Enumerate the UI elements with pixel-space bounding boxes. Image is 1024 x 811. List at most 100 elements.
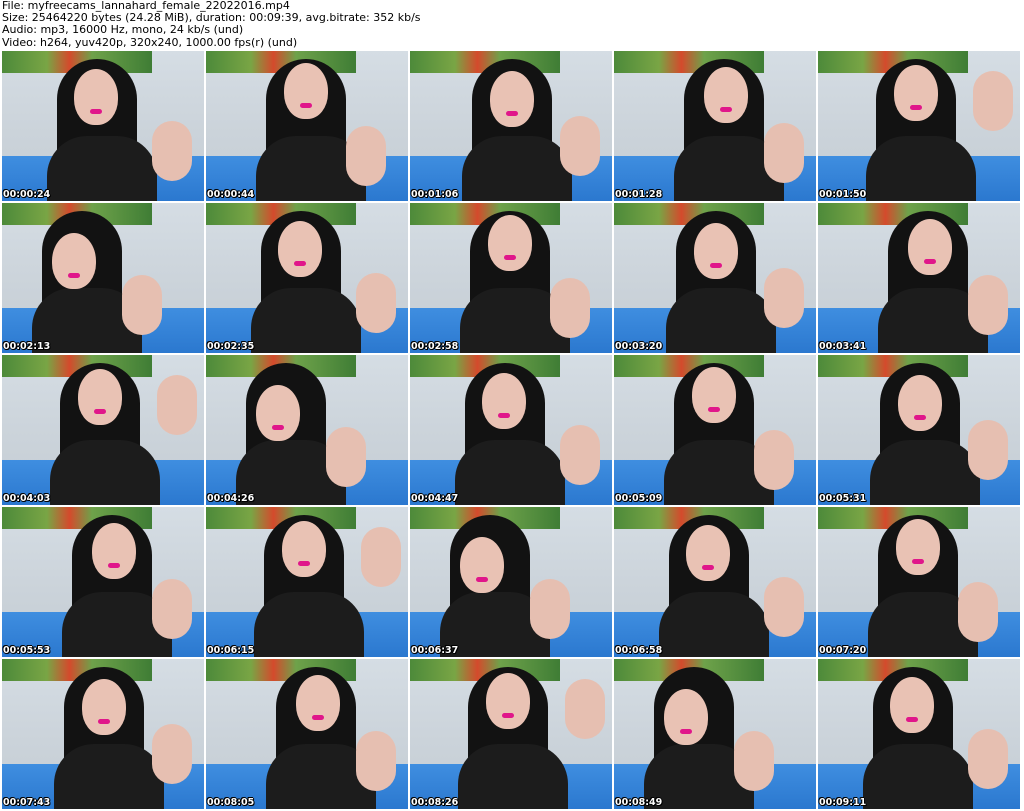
lips <box>294 261 306 266</box>
face <box>908 219 952 275</box>
arm <box>152 121 192 181</box>
lips <box>914 415 926 420</box>
lips <box>924 259 936 264</box>
black-shirt <box>455 440 565 505</box>
video-thumbnail: 00:05:53 <box>2 507 204 657</box>
lips <box>906 717 918 722</box>
timestamp-label: 00:02:13 <box>3 341 51 352</box>
arm <box>346 126 386 186</box>
arm <box>550 278 590 338</box>
face <box>282 521 326 577</box>
video-thumbnail: 00:03:20 <box>614 203 816 353</box>
lips <box>910 105 922 110</box>
face <box>296 675 340 731</box>
timestamp-label: 00:03:20 <box>615 341 663 352</box>
arm <box>764 577 804 637</box>
timestamp-label: 00:05:53 <box>3 645 51 656</box>
timestamp-label: 00:05:09 <box>615 493 663 504</box>
face <box>490 71 534 127</box>
lips <box>702 565 714 570</box>
black-shirt <box>254 592 364 657</box>
timestamp-label: 00:04:03 <box>3 493 51 504</box>
video-thumbnail: 00:01:28 <box>614 51 816 201</box>
arm <box>152 724 192 784</box>
arm <box>152 579 192 639</box>
video-thumbnail: 00:00:24 <box>2 51 204 201</box>
face <box>256 385 300 441</box>
black-shirt <box>659 592 769 657</box>
thumbnail-grid: 00:00:24 00:00:44 00:01:06 00:01:28 00:01:50… <box>2 51 1022 809</box>
lips <box>680 729 692 734</box>
timestamp-label: 00:07:43 <box>3 797 51 808</box>
lips <box>68 273 80 278</box>
lips <box>720 107 732 112</box>
timestamp-label: 00:00:24 <box>3 189 51 200</box>
face <box>890 677 934 733</box>
video-thumbnail: 00:07:43 <box>2 659 204 809</box>
timestamp-label: 00:00:44 <box>207 189 255 200</box>
video-thumbnail: 00:06:37 <box>410 507 612 657</box>
video-thumbnail: 00:06:58 <box>614 507 816 657</box>
arm <box>764 268 804 328</box>
face <box>278 221 322 277</box>
timestamp-label: 00:04:47 <box>411 493 459 504</box>
lips <box>94 409 106 414</box>
lips <box>498 413 510 418</box>
timestamp-label: 00:05:31 <box>819 493 867 504</box>
black-shirt <box>666 288 776 353</box>
timestamp-label: 00:08:05 <box>207 797 255 808</box>
file-info-header: File: myfreecams_lannahard_female_220220… <box>2 0 1022 50</box>
arm <box>560 425 600 485</box>
black-shirt <box>870 440 980 505</box>
lips <box>108 563 120 568</box>
arm <box>565 679 605 739</box>
face <box>694 223 738 279</box>
video-thumbnail: 00:06:15 <box>206 507 408 657</box>
face <box>78 369 122 425</box>
arm <box>968 420 1008 480</box>
lips <box>298 561 310 566</box>
arm <box>356 273 396 333</box>
lips <box>98 719 110 724</box>
timestamp-label: 00:08:49 <box>615 797 663 808</box>
arm <box>968 729 1008 789</box>
video-thumbnail: 00:01:50 <box>818 51 1020 201</box>
face <box>686 525 730 581</box>
lips <box>912 559 924 564</box>
video-thumbnail: 00:02:13 <box>2 203 204 353</box>
face <box>894 65 938 121</box>
lips <box>90 109 102 114</box>
arm <box>973 71 1013 131</box>
black-shirt <box>866 136 976 201</box>
face <box>460 537 504 593</box>
face <box>488 215 532 271</box>
face <box>664 689 708 745</box>
face <box>74 69 118 125</box>
video-info-line: Video: h264, yuv420p, 320x240, 1000.00 f… <box>2 35 298 49</box>
video-thumbnail: 00:02:58 <box>410 203 612 353</box>
arm <box>764 123 804 183</box>
arm <box>157 375 197 435</box>
timestamp-label: 00:06:15 <box>207 645 255 656</box>
face <box>92 523 136 579</box>
black-shirt <box>458 744 568 809</box>
lips <box>504 255 516 260</box>
timestamp-label: 00:07:20 <box>819 645 867 656</box>
lips <box>272 425 284 430</box>
timestamp-label: 00:01:50 <box>819 189 867 200</box>
video-thumbnail: 00:02:35 <box>206 203 408 353</box>
face <box>52 233 96 289</box>
video-thumbnail: 00:01:06 <box>410 51 612 201</box>
arm <box>968 275 1008 335</box>
audio-info-line: Audio: mp3, 16000 Hz, mono, 24 kb/s (und… <box>2 23 244 37</box>
lips <box>476 577 488 582</box>
video-thumbnail: 00:00:44 <box>206 51 408 201</box>
video-thumbnail: 00:04:47 <box>410 355 612 505</box>
black-shirt <box>47 136 157 201</box>
arm <box>356 731 396 791</box>
video-thumbnail: 00:09:11 <box>818 659 1020 809</box>
timestamp-label: 00:04:26 <box>207 493 255 504</box>
arm <box>734 731 774 791</box>
black-shirt <box>50 440 160 505</box>
black-shirt <box>54 744 164 809</box>
